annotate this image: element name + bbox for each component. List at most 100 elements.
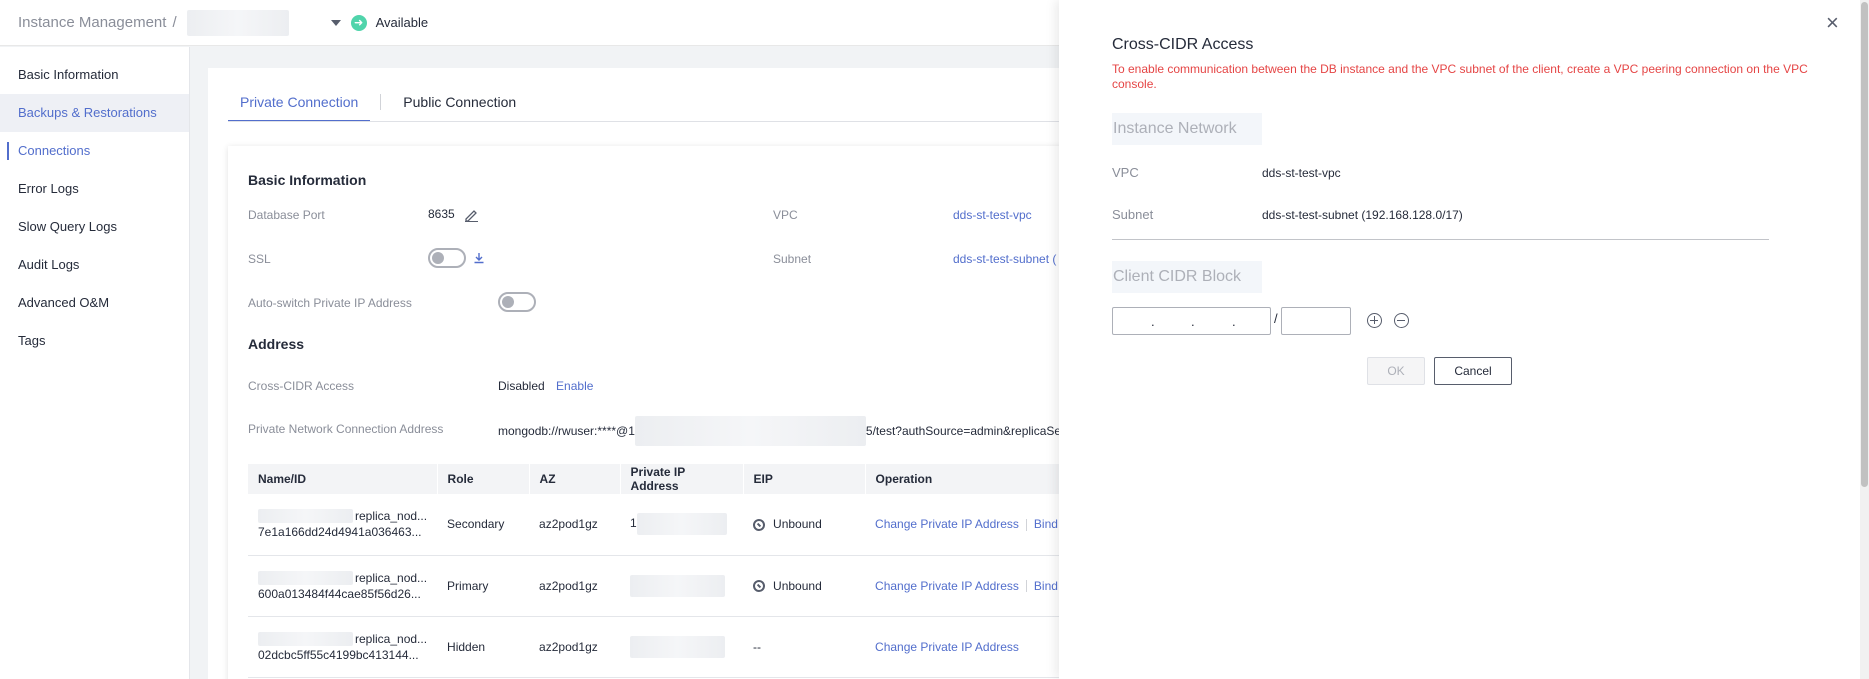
drawer-description: To enable communication between the DB i… bbox=[1112, 62, 1808, 91]
column-header-private-ip: Private IP Address bbox=[620, 464, 744, 494]
status-available-icon: ➜ bbox=[350, 14, 367, 31]
node-az: az2pod1gz bbox=[529, 555, 621, 617]
node-name-redacted bbox=[258, 570, 353, 585]
client-ip-address-input[interactable]: . . . bbox=[1112, 307, 1271, 335]
node-ip-redacted bbox=[636, 513, 727, 536]
sidebar-item-tags[interactable]: Tags bbox=[0, 322, 189, 360]
node-az: az2pod1gz bbox=[529, 616, 621, 678]
breadcrumb-instance-management[interactable]: Instance Management bbox=[18, 14, 166, 31]
node-eip: Unbound bbox=[773, 517, 822, 532]
column-header-az: AZ bbox=[529, 464, 621, 494]
close-icon[interactable]: × bbox=[1826, 12, 1839, 34]
node-id: 7e1a166dd24d4941a036463... bbox=[258, 525, 422, 540]
node-eip: -- bbox=[743, 616, 866, 678]
private-address-prefix: mongodb://rwuser:****@1 bbox=[498, 424, 635, 438]
column-header-eip: EIP bbox=[743, 464, 866, 494]
ip-dot: . bbox=[1151, 314, 1155, 329]
node-name-suffix: replica_nod... bbox=[355, 570, 428, 585]
ok-button[interactable]: OK bbox=[1367, 357, 1425, 385]
cidr-slash: / bbox=[1274, 311, 1278, 326]
download-icon[interactable] bbox=[473, 252, 485, 264]
node-name-suffix: replica_nod... bbox=[355, 509, 428, 524]
auto-switch-toggle[interactable] bbox=[498, 292, 536, 312]
node-eip-cell: Unbound bbox=[743, 494, 866, 556]
client-cidr-block-heading: Client CIDR Block bbox=[1112, 261, 1262, 293]
node-name-cell: replica_nod... 600a013484f44cae85f56d26.… bbox=[248, 555, 438, 617]
client-cidr-mask-input[interactable] bbox=[1281, 307, 1351, 335]
connection-tabs: Private Connection Public Connection bbox=[228, 90, 528, 122]
cancel-button[interactable]: Cancel bbox=[1434, 357, 1512, 385]
cross-cidr-access-status: Disabled bbox=[498, 379, 545, 393]
basic-information-heading: Basic Information bbox=[248, 172, 367, 188]
operation-separator bbox=[1025, 580, 1027, 593]
node-id: 02dcbc5ff55c4199bc413144... bbox=[258, 647, 419, 662]
auto-switch-label: Auto-switch Private IP Address bbox=[248, 296, 412, 310]
database-port-field: 8635 bbox=[428, 207, 479, 222]
address-heading: Address bbox=[248, 336, 305, 352]
instance-network-heading: Instance Network bbox=[1112, 113, 1262, 145]
chevron-down-icon[interactable] bbox=[330, 19, 341, 26]
node-eip-cell: Unbound bbox=[743, 555, 866, 617]
sidebar-item-connections[interactable]: Connections bbox=[0, 132, 189, 170]
private-connection-address: mongodb://rwuser:****@1 5/test?authSourc… bbox=[498, 416, 1061, 446]
column-header-role: Role bbox=[437, 464, 530, 494]
cross-cidr-access-drawer: Cross-CIDR Access × To enable communicat… bbox=[1059, 0, 1869, 679]
scrollbar-thumb[interactable] bbox=[1861, 2, 1868, 487]
ssl-toggle[interactable] bbox=[428, 248, 466, 268]
drawer-subnet-value: dds-st-test-subnet (192.168.128.0/17) bbox=[1262, 208, 1463, 222]
sidebar-item-audit-logs[interactable]: Audit Logs bbox=[0, 246, 189, 284]
node-role: Secondary bbox=[437, 494, 530, 556]
ip-dot: . bbox=[1191, 314, 1195, 329]
subnet-link[interactable]: dds-st-test-subnet ( bbox=[953, 252, 1056, 266]
remove-circle-icon[interactable] bbox=[1394, 313, 1409, 328]
sidebar-item-slow-query-logs[interactable]: Slow Query Logs bbox=[0, 208, 189, 246]
node-eip: Unbound bbox=[773, 578, 822, 593]
node-ip-redacted bbox=[630, 574, 726, 597]
node-private-ip bbox=[620, 555, 744, 617]
drawer-vpc-value: dds-st-test-vpc bbox=[1262, 166, 1341, 180]
sidebar: Basic Information Backups & Restorations… bbox=[0, 47, 190, 679]
tab-private-connection[interactable]: Private Connection bbox=[228, 90, 371, 122]
instance-name-redacted[interactable] bbox=[186, 9, 289, 36]
node-role: Hidden bbox=[437, 616, 530, 678]
vpc-label: VPC bbox=[773, 208, 798, 222]
change-private-ip-link[interactable]: Change Private IP Address bbox=[875, 517, 1019, 531]
database-port-label: Database Port bbox=[248, 208, 325, 222]
edit-icon[interactable] bbox=[464, 208, 479, 222]
change-private-ip-link[interactable]: Change Private IP Address bbox=[875, 640, 1019, 654]
unbound-eip-icon bbox=[753, 519, 766, 532]
sidebar-item-error-logs[interactable]: Error Logs bbox=[0, 170, 189, 208]
private-address-redacted bbox=[634, 416, 866, 446]
tab-separator bbox=[380, 94, 382, 110]
vpc-link[interactable]: dds-st-test-vpc bbox=[953, 208, 1032, 222]
private-address-suffix: 5/test?authSource=admin&replicaSe bbox=[865, 424, 1062, 438]
add-circle-icon[interactable] bbox=[1367, 313, 1382, 328]
drawer-divider bbox=[1112, 239, 1769, 240]
sidebar-item-basic-information[interactable]: Basic Information bbox=[0, 56, 189, 94]
change-private-ip-link[interactable]: Change Private IP Address bbox=[875, 579, 1019, 593]
page-scrollbar[interactable] bbox=[1860, 0, 1869, 679]
cross-cidr-access-field: Disabled Enable bbox=[498, 379, 593, 393]
sidebar-item-advanced-om[interactable]: Advanced O&M bbox=[0, 284, 189, 322]
database-port-value: 8635 bbox=[428, 207, 455, 221]
operation-separator bbox=[1025, 519, 1027, 532]
drawer-title: Cross-CIDR Access bbox=[1112, 36, 1254, 53]
subnet-label: Subnet bbox=[773, 252, 812, 266]
node-ip-redacted bbox=[630, 635, 726, 658]
node-ip-prefix: 1 bbox=[630, 516, 637, 531]
node-id: 600a013484f44cae85f56d26... bbox=[258, 586, 421, 601]
ip-dot: . bbox=[1232, 314, 1236, 329]
node-name-cell: replica_nod... 7e1a166dd24d4941a036463..… bbox=[248, 494, 438, 556]
node-az: az2pod1gz bbox=[529, 494, 621, 556]
drawer-vpc-label: VPC bbox=[1112, 165, 1139, 180]
sidebar-item-backups-restorations[interactable]: Backups & Restorations bbox=[0, 94, 189, 132]
node-name-cell: replica_nod... 02dcbc5ff55c4199bc413144.… bbox=[248, 616, 438, 678]
drawer-subnet-label: Subnet bbox=[1112, 207, 1154, 222]
tab-public-connection[interactable]: Public Connection bbox=[391, 90, 528, 122]
unbound-eip-icon bbox=[753, 580, 766, 593]
node-name-suffix: replica_nod... bbox=[355, 631, 428, 646]
cross-cidr-access-label: Cross-CIDR Access bbox=[248, 379, 355, 393]
private-connection-address-label: Private Network Connection Address bbox=[248, 422, 444, 436]
enable-cross-cidr-link[interactable]: Enable bbox=[556, 379, 593, 393]
breadcrumb-separator: / bbox=[172, 14, 177, 31]
